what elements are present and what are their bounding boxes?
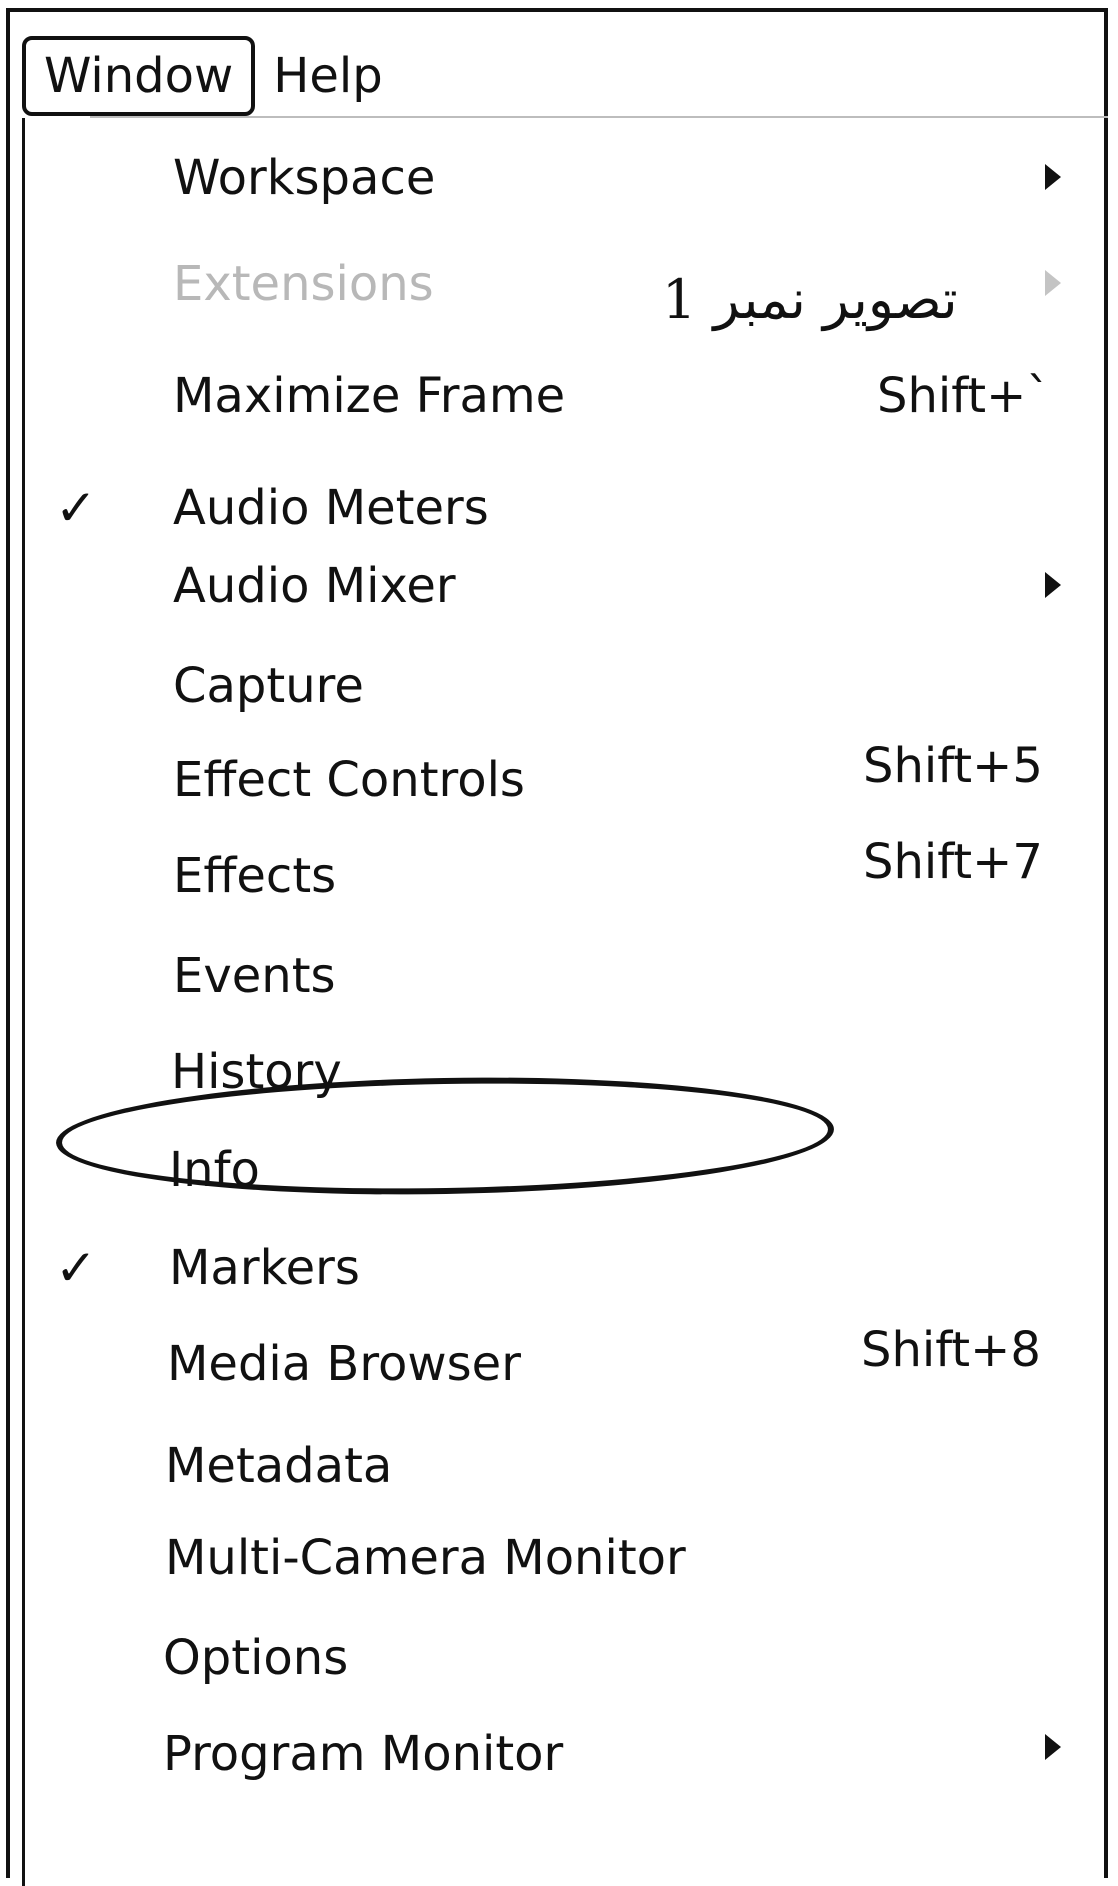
menu-item-events[interactable]: Events (25, 936, 1105, 1016)
caption-annotation: تصویر نمبر 1 (662, 268, 958, 331)
menu-item-multi-camera-monitor[interactable]: Multi-Camera Monitor (25, 1518, 1105, 1598)
menu-item-workspace[interactable]: Workspace (25, 138, 1105, 218)
menu-item-program-monitor[interactable]: Program Monitor (25, 1714, 1105, 1794)
menu-item-audio-meters[interactable]: ✓ Audio Meters (25, 468, 1105, 548)
menu-item-label: Options (163, 1630, 349, 1686)
menu-item-label: Audio Meters (173, 480, 489, 536)
menu-item-label: Program Monitor (163, 1726, 564, 1782)
menu-item-effects[interactable]: Effects Shift+7 (25, 834, 1105, 916)
menu-item-options[interactable]: Options (25, 1618, 1105, 1698)
menu-item-audio-mixer[interactable]: Audio Mixer (25, 546, 1105, 626)
menu-item-label: Multi-Camera Monitor (165, 1530, 686, 1586)
checkmark-icon: ✓ (55, 1239, 97, 1297)
menu-item-maximize-frame[interactable]: Maximize Frame Shift+` (25, 356, 1105, 436)
menu-item-capture[interactable]: Capture (25, 646, 1105, 726)
menu-item-label: Capture (173, 658, 364, 714)
menu-item-label: Effects (173, 848, 337, 904)
menu-item-label: Events (173, 948, 336, 1004)
menu-item-effect-controls[interactable]: Effect Controls Shift+5 (25, 738, 1105, 820)
menu-item-markers[interactable]: ✓ Markers (25, 1228, 1105, 1308)
menu-item-shortcut: Shift+5 (863, 738, 1043, 794)
menu-item-shortcut: Shift+7 (863, 834, 1043, 890)
menu-item-shortcut: Shift+8 (861, 1322, 1041, 1378)
submenu-arrow-icon (1045, 164, 1061, 190)
menubar-help[interactable]: Help (255, 36, 400, 116)
menu-item-media-browser[interactable]: Media Browser Shift+8 (25, 1322, 1105, 1404)
menubar: Window Help (22, 36, 401, 116)
menu-item-label: Media Browser (167, 1336, 521, 1392)
menu-item-label: Workspace (173, 150, 436, 206)
menu-item-label: Audio Mixer (173, 558, 456, 614)
window-menu-dropdown: Workspace Extensions Maximize Frame Shif… (22, 118, 1108, 1886)
submenu-arrow-icon (1045, 572, 1061, 598)
menu-item-shortcut: Shift+` (877, 368, 1051, 424)
menu-item-label: Extensions (173, 256, 434, 312)
menubar-window[interactable]: Window (22, 36, 256, 116)
menu-item-label: Metadata (165, 1438, 393, 1494)
checkmark-icon: ✓ (55, 479, 97, 537)
menu-item-label: Maximize Frame (173, 368, 566, 424)
submenu-arrow-icon (1045, 270, 1061, 296)
menu-item-label: Markers (169, 1240, 360, 1296)
menu-item-metadata[interactable]: Metadata (25, 1426, 1105, 1506)
menu-item-label: Effect Controls (173, 752, 525, 808)
submenu-arrow-icon (1045, 1734, 1061, 1760)
